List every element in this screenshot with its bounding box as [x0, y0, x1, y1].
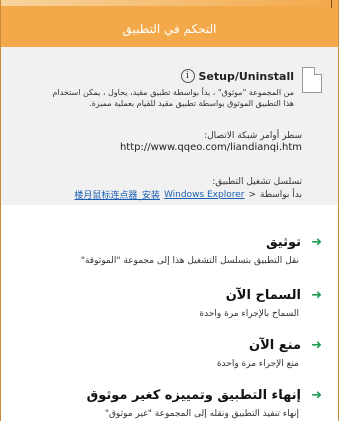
cmdline-block: سطر أوامر شبكة الاتصال: http://www.qqeo.… — [120, 131, 302, 153]
action-trust-title: توثيق — [266, 235, 301, 250]
title-bar-highlight — [1, 0, 338, 6]
launch-chain: بدأ بواسطة < Windows Explorer 楼月鼠标连点器_安装 — [74, 188, 302, 202]
app-title-row: Setup/Uninstall i — [180, 69, 295, 83]
title-bar-edge — [331, 0, 332, 8]
action-terminate-title: إنهاء التطبيق وتمييزه كغير موثوق — [86, 388, 301, 403]
action-terminate-desc: إنهاء تنفيذ التطبيق ونقله إلى المجموعة "… — [104, 409, 299, 419]
action-allow-desc: السماح بالإجراء مرة واحدة — [199, 309, 299, 319]
document-icon — [302, 67, 322, 93]
app-description: من المجموعة "موثوق" ، بدأ بواسطة تطبيق م… — [52, 88, 294, 108]
action-allow-once[interactable]: ➜ السماح الآن السماح بالإجراء مرة واحدة — [7, 288, 322, 319]
green-arrow-icon: ➜ — [311, 337, 322, 353]
app-name: Setup/Uninstall — [198, 69, 295, 83]
green-arrow-icon: ➜ — [311, 234, 322, 250]
action-block-title: منع الآن — [249, 338, 301, 353]
action-trust[interactable]: ➜ توثيق نقل التطبيق بتسلسل التشغيل هذا إ… — [7, 235, 322, 266]
window-title-bar: التحكم في التطبيق — [1, 0, 338, 47]
cmdline-value: http://www.qqeo.com/liandianqi.htm — [119, 142, 302, 153]
action-allow-title: السماح الآن — [225, 288, 301, 303]
action-block-desc: منع الإجراء مرة واحدة — [216, 359, 299, 369]
window-title: التحكم في التطبيق — [122, 22, 217, 36]
chain-link-installer[interactable]: 楼月鼠标连点器_安装 — [74, 188, 160, 201]
started-by-label: بدأ بواسطة — [260, 189, 302, 200]
action-trust-desc: نقل التطبيق بتسلسل التشغيل هذا إلى مجموع… — [80, 256, 299, 266]
launch-chain-block: تسلسل تشغيل التطبيق: بدأ بواسطة < Window… — [74, 177, 302, 201]
green-arrow-icon: ➜ — [311, 287, 322, 303]
application-info-panel: Setup/Uninstall i من المجموعة "موثوق" ، … — [1, 47, 338, 205]
chain-separator: < — [248, 189, 256, 200]
chain-link-explorer[interactable]: Windows Explorer — [164, 190, 245, 200]
action-terminate-untrusted[interactable]: ➜ إنهاء التطبيق وتمييزه كغير موثوق إنهاء… — [7, 388, 322, 419]
cmdline-label: سطر أوامر شبكة الاتصال: — [204, 131, 302, 141]
green-arrow-icon: ➜ — [311, 387, 322, 403]
action-block-once[interactable]: ➜ منع الآن منع الإجراء مرة واحدة — [7, 338, 322, 369]
info-icon[interactable]: i — [180, 69, 195, 83]
launch-chain-label: تسلسل تشغيل التطبيق: — [212, 177, 302, 187]
